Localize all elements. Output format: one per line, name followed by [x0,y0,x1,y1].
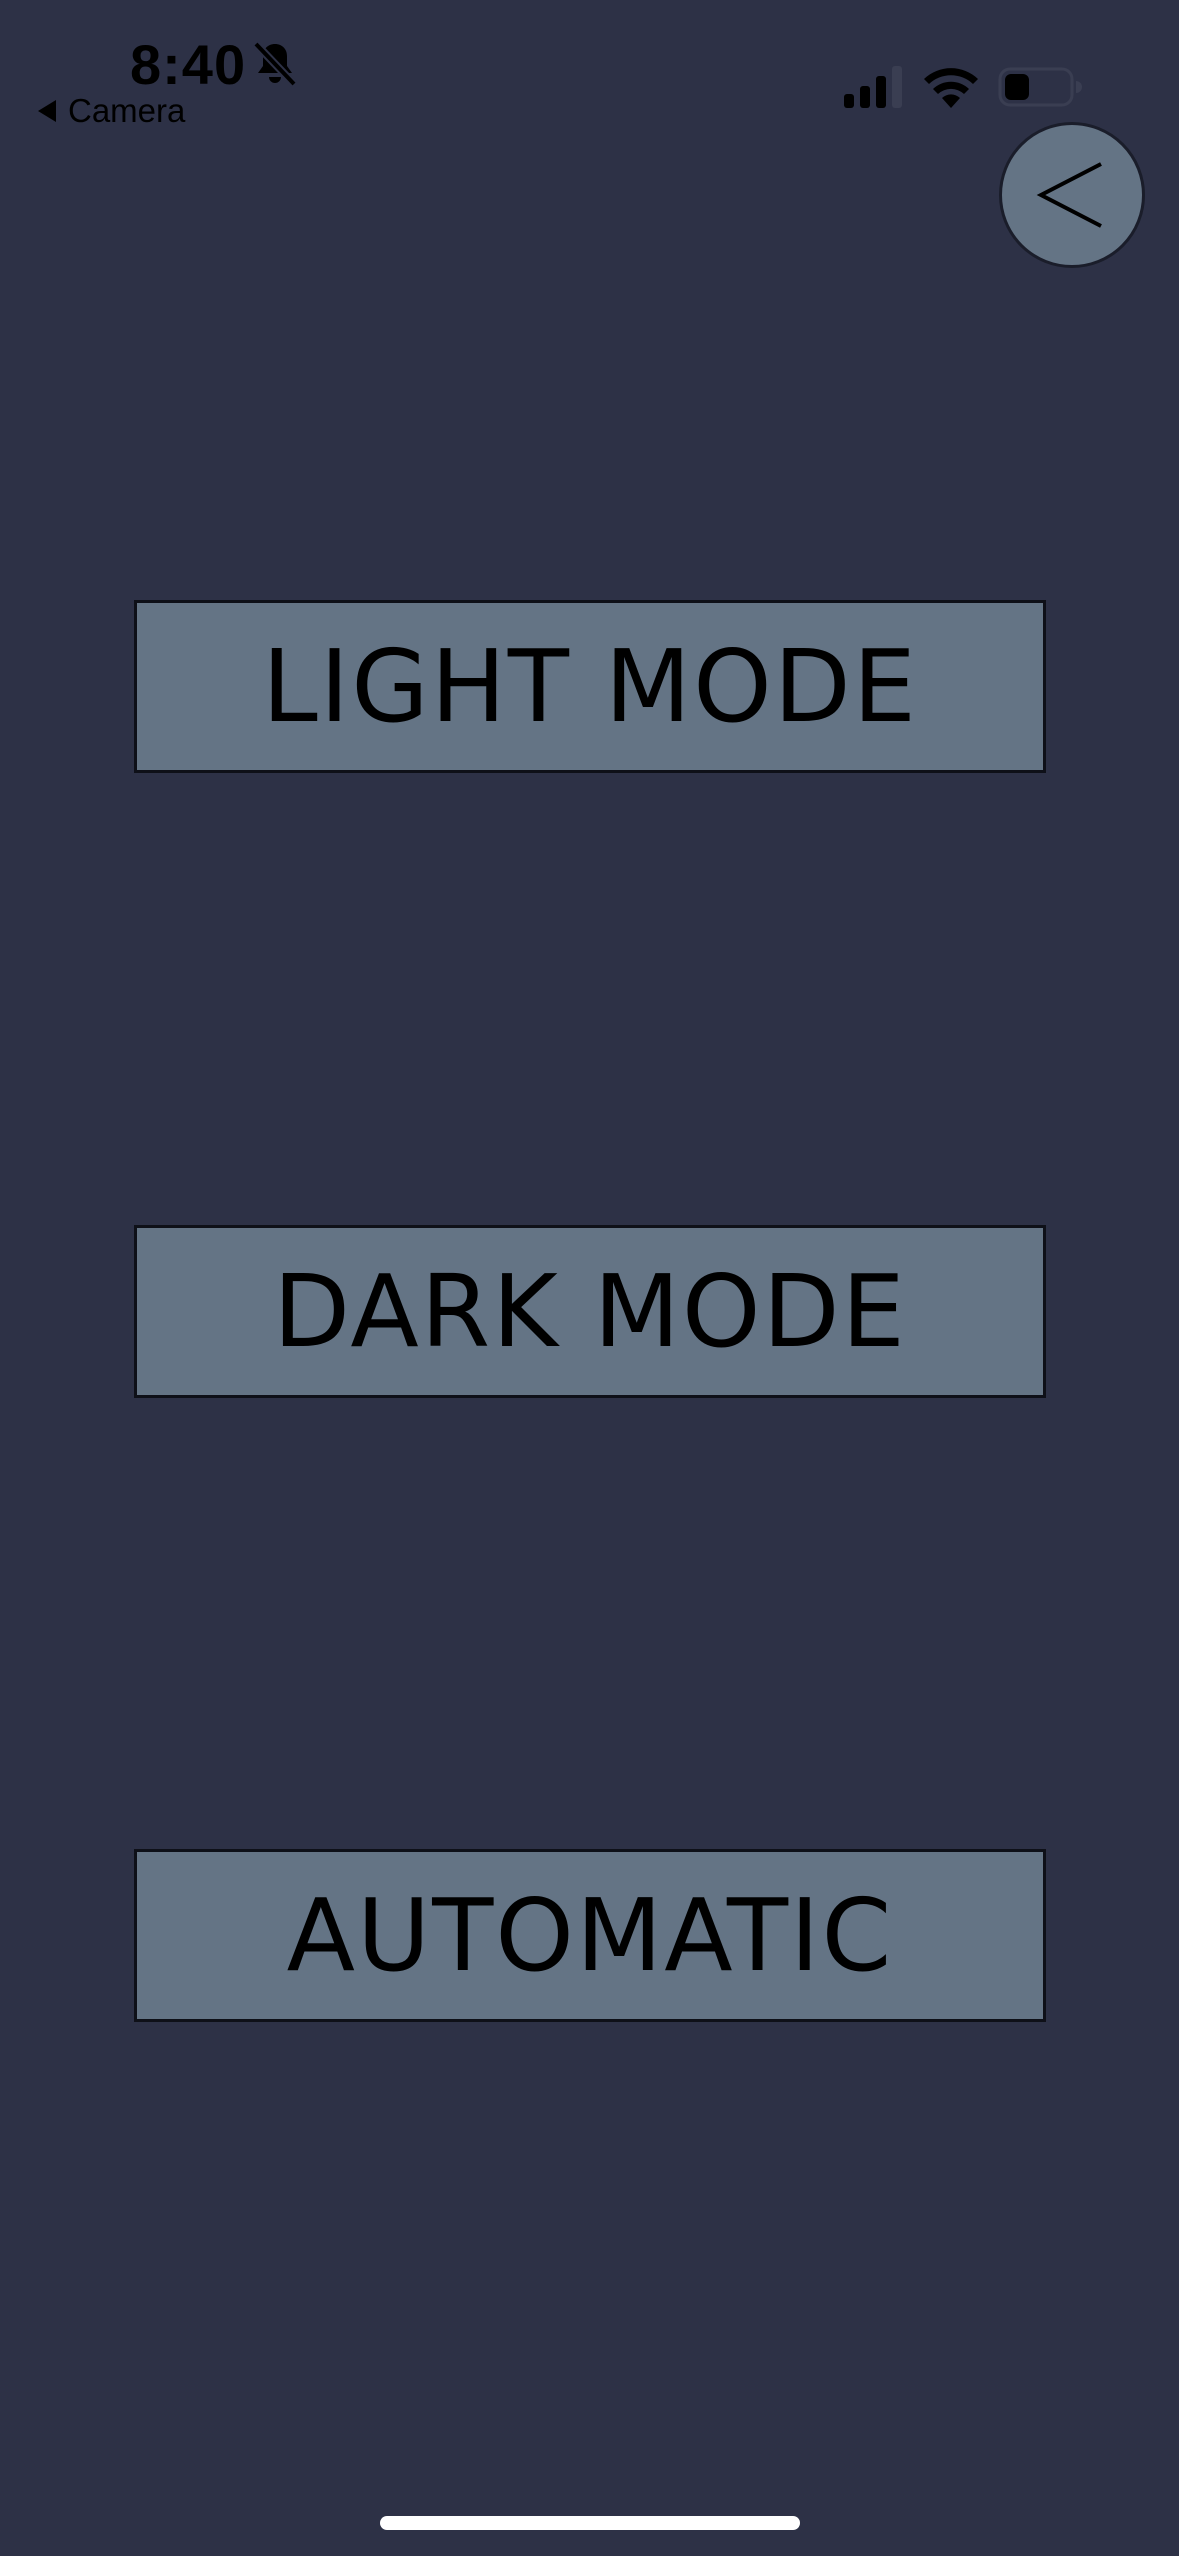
battery-icon [998,67,1082,107]
home-indicator[interactable] [380,2516,800,2530]
back-to-camera-link[interactable]: Camera [38,88,185,134]
back-button[interactable] [999,122,1145,268]
light-mode-button[interactable]: LIGHT MODE [134,600,1046,773]
chevron-left-icon [1036,162,1102,228]
dark-mode-button[interactable]: DARK MODE [134,1225,1046,1398]
wifi-icon [924,68,978,108]
bell-slash-icon [253,41,297,87]
back-to-app-label: Camera [68,92,186,129]
automatic-mode-button[interactable]: AUTOMATIC [134,1849,1046,2022]
back-triangle-icon [38,100,56,122]
cellular-signal-icon [844,66,902,108]
